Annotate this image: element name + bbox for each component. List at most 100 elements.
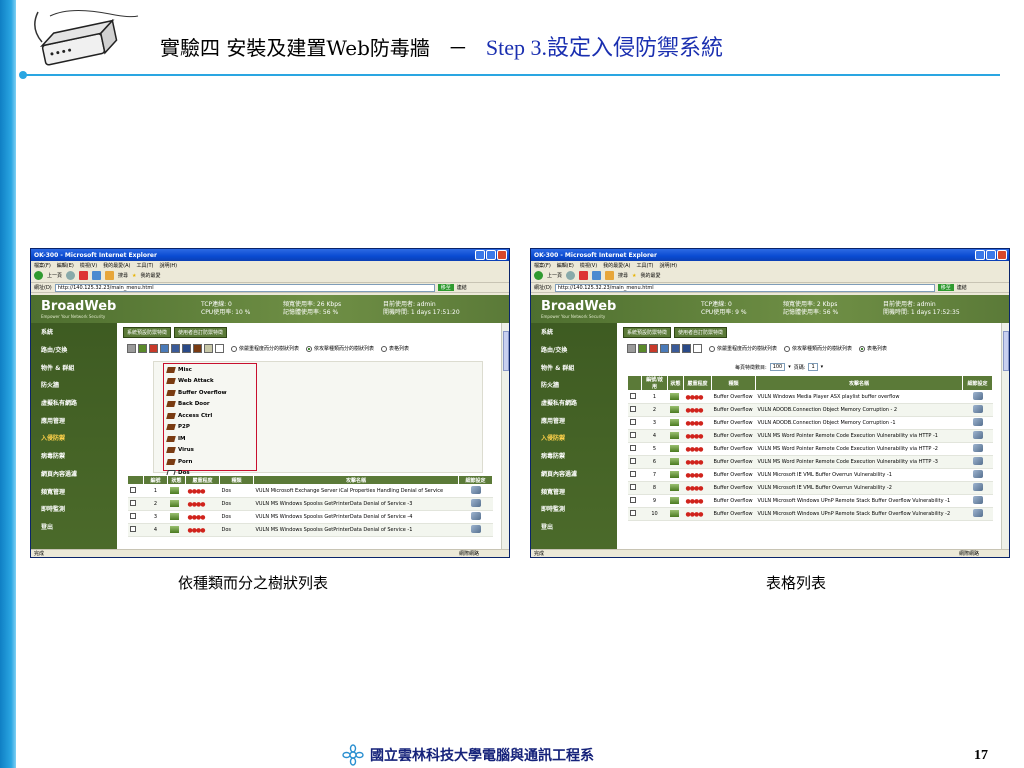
favorites-label[interactable]: 我的最愛: [141, 272, 161, 279]
search-label[interactable]: 搜尋: [118, 272, 128, 279]
row-select[interactable]: [627, 429, 642, 443]
edit-icon[interactable]: [972, 483, 983, 491]
row-status[interactable]: [667, 481, 684, 495]
col-type[interactable]: 種類: [219, 475, 254, 485]
status-icon[interactable]: [669, 431, 679, 439]
menu-help[interactable]: 說明(H): [659, 262, 677, 269]
maximize-button[interactable]: [486, 250, 496, 260]
col-id[interactable]: 編號/啟用: [641, 375, 668, 391]
sidebar-item-monitor[interactable]: 即時監測: [531, 500, 617, 518]
sidebar-item-firewall[interactable]: 防火牆: [531, 376, 617, 394]
menu-favorites[interactable]: 我的最愛(A): [603, 262, 630, 269]
chevron-down-icon[interactable]: ▾: [788, 364, 791, 370]
search-label[interactable]: 搜尋: [618, 272, 628, 279]
row-details[interactable]: [458, 510, 493, 524]
row-checkbox[interactable]: [129, 500, 136, 506]
scrollbar-thumb[interactable]: [503, 331, 509, 371]
tab-default-signatures[interactable]: 系統預設防禦特徵: [623, 327, 672, 338]
tree-node-web-attack[interactable]: Web Attack: [164, 376, 256, 388]
tree-node-p2p[interactable]: P2P: [164, 422, 256, 434]
row-details[interactable]: [962, 390, 993, 404]
sidebar-item-antivirus[interactable]: 病毒防禦: [31, 447, 117, 465]
sidebar-item-app-management[interactable]: 應用管理: [531, 411, 617, 429]
sidebar-item-app-management[interactable]: 應用管理: [31, 411, 117, 429]
action-icon[interactable]: [660, 344, 669, 353]
sidebar-item-firewall[interactable]: 防火牆: [31, 376, 117, 394]
col-status[interactable]: 狀態: [167, 475, 186, 485]
home-icon[interactable]: [105, 271, 115, 280]
radio-by-category[interactable]: 依攻擊種類而分的樹狀列表: [306, 345, 374, 352]
refresh-icon[interactable]: [92, 271, 102, 280]
row-details[interactable]: [962, 481, 993, 495]
row-status[interactable]: [167, 523, 186, 537]
status-icon[interactable]: [669, 457, 679, 465]
row-status[interactable]: [667, 468, 684, 482]
block-icon[interactable]: [682, 344, 691, 353]
row-status[interactable]: [167, 484, 186, 498]
edit-icon[interactable]: [972, 470, 983, 478]
row-checkbox[interactable]: [129, 513, 136, 519]
row-status[interactable]: [667, 442, 684, 456]
row-status[interactable]: [667, 429, 684, 443]
maximize-button[interactable]: [986, 250, 996, 260]
tool-icon[interactable]: [127, 344, 136, 353]
edit-icon[interactable]: [972, 496, 983, 504]
tab-default-signatures[interactable]: 系統預設防禦特徵: [123, 327, 172, 338]
row-details[interactable]: [962, 494, 993, 508]
category-icon[interactable]: [193, 344, 202, 353]
sidebar-item-web-filter[interactable]: 網頁內容過濾: [31, 465, 117, 483]
edit-icon[interactable]: [470, 499, 481, 507]
per-page-select[interactable]: 100: [769, 363, 786, 371]
favorites-icon[interactable]: ★: [632, 273, 636, 279]
tree-node-back-door[interactable]: Back Door: [164, 399, 256, 411]
refresh-icon[interactable]: [592, 271, 602, 280]
row-select[interactable]: [627, 468, 642, 482]
edit-icon[interactable]: [972, 392, 983, 400]
row-details[interactable]: [962, 416, 993, 430]
row-status[interactable]: [667, 507, 684, 521]
row-select[interactable]: [627, 390, 642, 404]
sidebar-item-objects[interactable]: 物件 & 群組: [531, 358, 617, 376]
forward-icon[interactable]: [66, 271, 76, 280]
row-select[interactable]: [127, 510, 144, 524]
menu-favorites[interactable]: 我的最愛(A): [103, 262, 130, 269]
log-icon[interactable]: [671, 344, 680, 353]
status-icon[interactable]: [169, 525, 179, 533]
edit-icon[interactable]: [972, 431, 983, 439]
address-input[interactable]: http://140.125.32.23/main_menu.html: [554, 283, 935, 292]
sidebar-item-logout[interactable]: 登出: [31, 518, 117, 536]
status-icon[interactable]: [669, 418, 679, 426]
row-checkbox[interactable]: [629, 393, 636, 399]
menu-view[interactable]: 檢視(V): [580, 262, 597, 269]
row-select[interactable]: [127, 497, 144, 511]
tree-node-im[interactable]: IM: [164, 433, 256, 445]
sidebar-item-routing[interactable]: 路由/交換: [31, 341, 117, 359]
sidebar-item-vpn[interactable]: 虛擬私有網路: [531, 394, 617, 412]
close-button[interactable]: [997, 250, 1007, 260]
col-severity[interactable]: 嚴重程度: [683, 375, 712, 391]
vertical-scrollbar[interactable]: [501, 323, 509, 549]
minimize-button[interactable]: [475, 250, 485, 260]
status-icon[interactable]: [169, 512, 179, 520]
row-details[interactable]: [458, 484, 493, 498]
row-details[interactable]: [962, 507, 993, 521]
col-id[interactable]: 編號: [143, 475, 168, 485]
sidebar-item-web-filter[interactable]: 網頁內容過濾: [531, 465, 617, 483]
row-select[interactable]: [127, 523, 144, 537]
sidebar-item-vpn[interactable]: 虛擬私有網路: [31, 394, 117, 412]
col-type[interactable]: 種類: [711, 375, 756, 391]
status-icon[interactable]: [669, 483, 679, 491]
disable-icon[interactable]: [649, 344, 658, 353]
row-checkbox[interactable]: [629, 471, 636, 477]
close-button[interactable]: [497, 250, 507, 260]
menu-file[interactable]: 檔案(F): [534, 262, 551, 269]
back-icon[interactable]: [34, 271, 43, 280]
tab-custom-signatures[interactable]: 使用者自訂防禦特徵: [674, 327, 728, 338]
page-select[interactable]: 1: [808, 363, 818, 371]
tree-node-access-ctrl[interactable]: Access Ctrl: [164, 410, 256, 422]
row-details[interactable]: [962, 403, 993, 417]
col-severity[interactable]: 嚴重程度: [185, 475, 220, 485]
row-details[interactable]: [962, 442, 993, 456]
edit-icon[interactable]: [972, 509, 983, 517]
row-checkbox[interactable]: [629, 458, 636, 464]
